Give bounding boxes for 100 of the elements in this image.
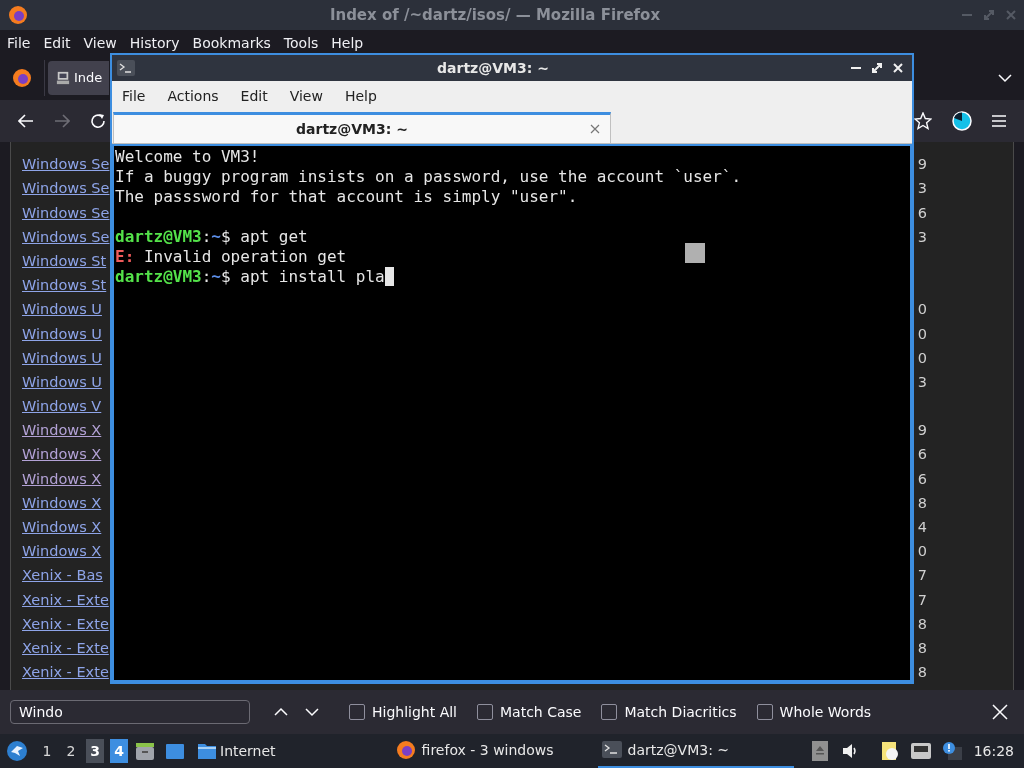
table-cell-text: 0: [917, 348, 927, 368]
file-link[interactable]: Windows U: [22, 323, 102, 346]
file-link[interactable]: Windows St: [22, 250, 107, 273]
browser-tab[interactable]: Inde: [48, 61, 109, 95]
terminal-line: E: Invalid operation get: [115, 247, 347, 267]
file-link[interactable]: Windows Se: [22, 202, 110, 225]
checkbox[interactable]: [349, 704, 365, 720]
file-link[interactable]: Windows U: [22, 299, 102, 322]
menu-item[interactable]: File: [122, 85, 146, 107]
terminal-line: dartz@VM3:~$ apt install pla: [115, 267, 394, 287]
menu-item[interactable]: History: [129, 32, 180, 54]
window-title: dartz@VM3: ~: [437, 58, 549, 78]
file-link[interactable]: Windows X: [22, 517, 102, 539]
terminal-icon: [601, 740, 622, 760]
table-cell-text: 8: [917, 493, 927, 513]
file-link[interactable]: Windows U: [22, 371, 102, 394]
menu-item[interactable]: Edit: [240, 85, 268, 107]
table-cell-text: 9: [917, 421, 927, 441]
menu-item[interactable]: Help: [331, 32, 364, 54]
checkbox-label: Match Diacritics: [624, 702, 737, 722]
back-icon[interactable]: [18, 114, 34, 128]
table-cell-text: 4: [917, 518, 927, 538]
app-logo-icon[interactable]: [12, 68, 32, 88]
clock[interactable]: 16:28: [973, 740, 1014, 762]
table-cell-text: 6: [917, 469, 927, 489]
star-icon[interactable]: [914, 112, 932, 130]
checkbox[interactable]: [601, 704, 618, 720]
file-link[interactable]: Xenix - Exte: [22, 589, 109, 612]
file-link[interactable]: Windows St: [22, 275, 107, 297]
checkbox[interactable]: [477, 704, 493, 720]
find-field[interactable]: Windo: [10, 700, 250, 724]
checkbox-label: Highlight All: [372, 702, 457, 722]
table-cell-text: 6: [917, 203, 927, 223]
checkbox[interactable]: [756, 704, 773, 720]
table-cell-text: 7: [917, 566, 927, 586]
chevron-down-icon[interactable]: [998, 73, 1012, 83]
menu-item[interactable]: Edit: [43, 32, 71, 54]
file-link[interactable]: Windows X: [22, 468, 102, 491]
table-cell-text: 9: [917, 155, 927, 175]
table-cell-text: 0: [917, 542, 927, 562]
drawer-icon[interactable]: [134, 740, 156, 762]
table-cell-text: 3: [917, 179, 927, 199]
file-link[interactable]: Windows Se: [22, 154, 110, 176]
terminal-line: dartz@VM3:~$ apt get: [115, 227, 308, 247]
file-link[interactable]: Windows Se: [22, 226, 110, 249]
menu-item[interactable]: Tools: [283, 32, 319, 54]
checkbox-label: Whole Words: [779, 702, 872, 722]
terminal-icon: [117, 60, 135, 76]
menu-item[interactable]: View: [83, 32, 117, 54]
terminal-line: If a buggy program insists on a password, use the account `user`.: [115, 167, 742, 187]
checkbox-label: Match Case: [500, 702, 582, 722]
eject-icon[interactable]: [811, 741, 828, 761]
network-icon[interactable]: [909, 742, 932, 760]
table-cell-text: 8: [917, 638, 927, 658]
desktop-button[interactable]: 3: [86, 739, 104, 763]
table-cell-text: 0: [917, 300, 927, 320]
desktop-button[interactable]: 2: [62, 739, 80, 763]
extension-icon[interactable]: [952, 111, 972, 131]
table-cell-text: 0: [917, 324, 927, 344]
file-link[interactable]: Windows X: [22, 541, 102, 563]
notification-icon[interactable]: [941, 741, 962, 761]
app-logo-icon: [8, 5, 28, 25]
task-button[interactable]: dartz@VM3: ~: [597, 734, 794, 768]
table-cell-text: 3: [917, 227, 927, 247]
menu-item[interactable]: Help: [344, 85, 377, 107]
table-cell-text: 8: [917, 614, 927, 634]
menu-item[interactable]: View: [289, 85, 323, 107]
computer-icon: [56, 70, 70, 86]
file-link[interactable]: Windows X: [22, 444, 102, 467]
terminal-line: Welcome to VM3!: [115, 147, 260, 167]
terminal-line: The passsword for that account is simply "user".: [115, 187, 578, 207]
task-button[interactable]: firefox - 3 windows: [391, 734, 558, 768]
previous-icon[interactable]: [274, 707, 288, 717]
window-title: Index of /~dartz/isos/ — Mozilla Firefox: [329, 4, 661, 26]
volume-icon[interactable]: [841, 743, 858, 759]
terminal-tab[interactable]: dartz@VM3: ~: [113, 112, 611, 143]
terminal-output[interactable]: [112, 144, 912, 682]
next-icon[interactable]: [305, 707, 319, 717]
file-link[interactable]: Xenix - Exte: [22, 637, 109, 660]
clipboard-icon[interactable]: [879, 740, 900, 762]
start-menu-icon[interactable]: [6, 740, 28, 762]
forward-icon[interactable]: [54, 114, 70, 128]
reload-icon[interactable]: [90, 113, 106, 129]
file-link[interactable]: Xenix - Exte: [22, 613, 109, 636]
file-link[interactable]: Windows V: [22, 396, 102, 418]
mouse-pointer-icon: [685, 243, 705, 263]
file-link[interactable]: Xenix - Exte: [22, 662, 109, 684]
menu-icon[interactable]: [992, 115, 1006, 127]
table-cell-text: 3: [917, 372, 927, 392]
launcher-label[interactable]: Internet: [220, 740, 276, 762]
table-cell-text: 6: [917, 445, 927, 465]
file-link[interactable]: Windows X: [22, 492, 102, 515]
file-link[interactable]: Windows X: [22, 420, 102, 443]
file-link[interactable]: Windows U: [22, 347, 102, 370]
menu-item[interactable]: Bookmarks: [192, 32, 271, 54]
menu-item[interactable]: File: [7, 32, 31, 54]
file-link[interactable]: Windows Se: [22, 178, 110, 201]
file-link[interactable]: Xenix - Bas: [22, 565, 103, 588]
desktop-button[interactable]: 1: [38, 739, 56, 763]
menu-item[interactable]: Actions: [167, 85, 219, 107]
